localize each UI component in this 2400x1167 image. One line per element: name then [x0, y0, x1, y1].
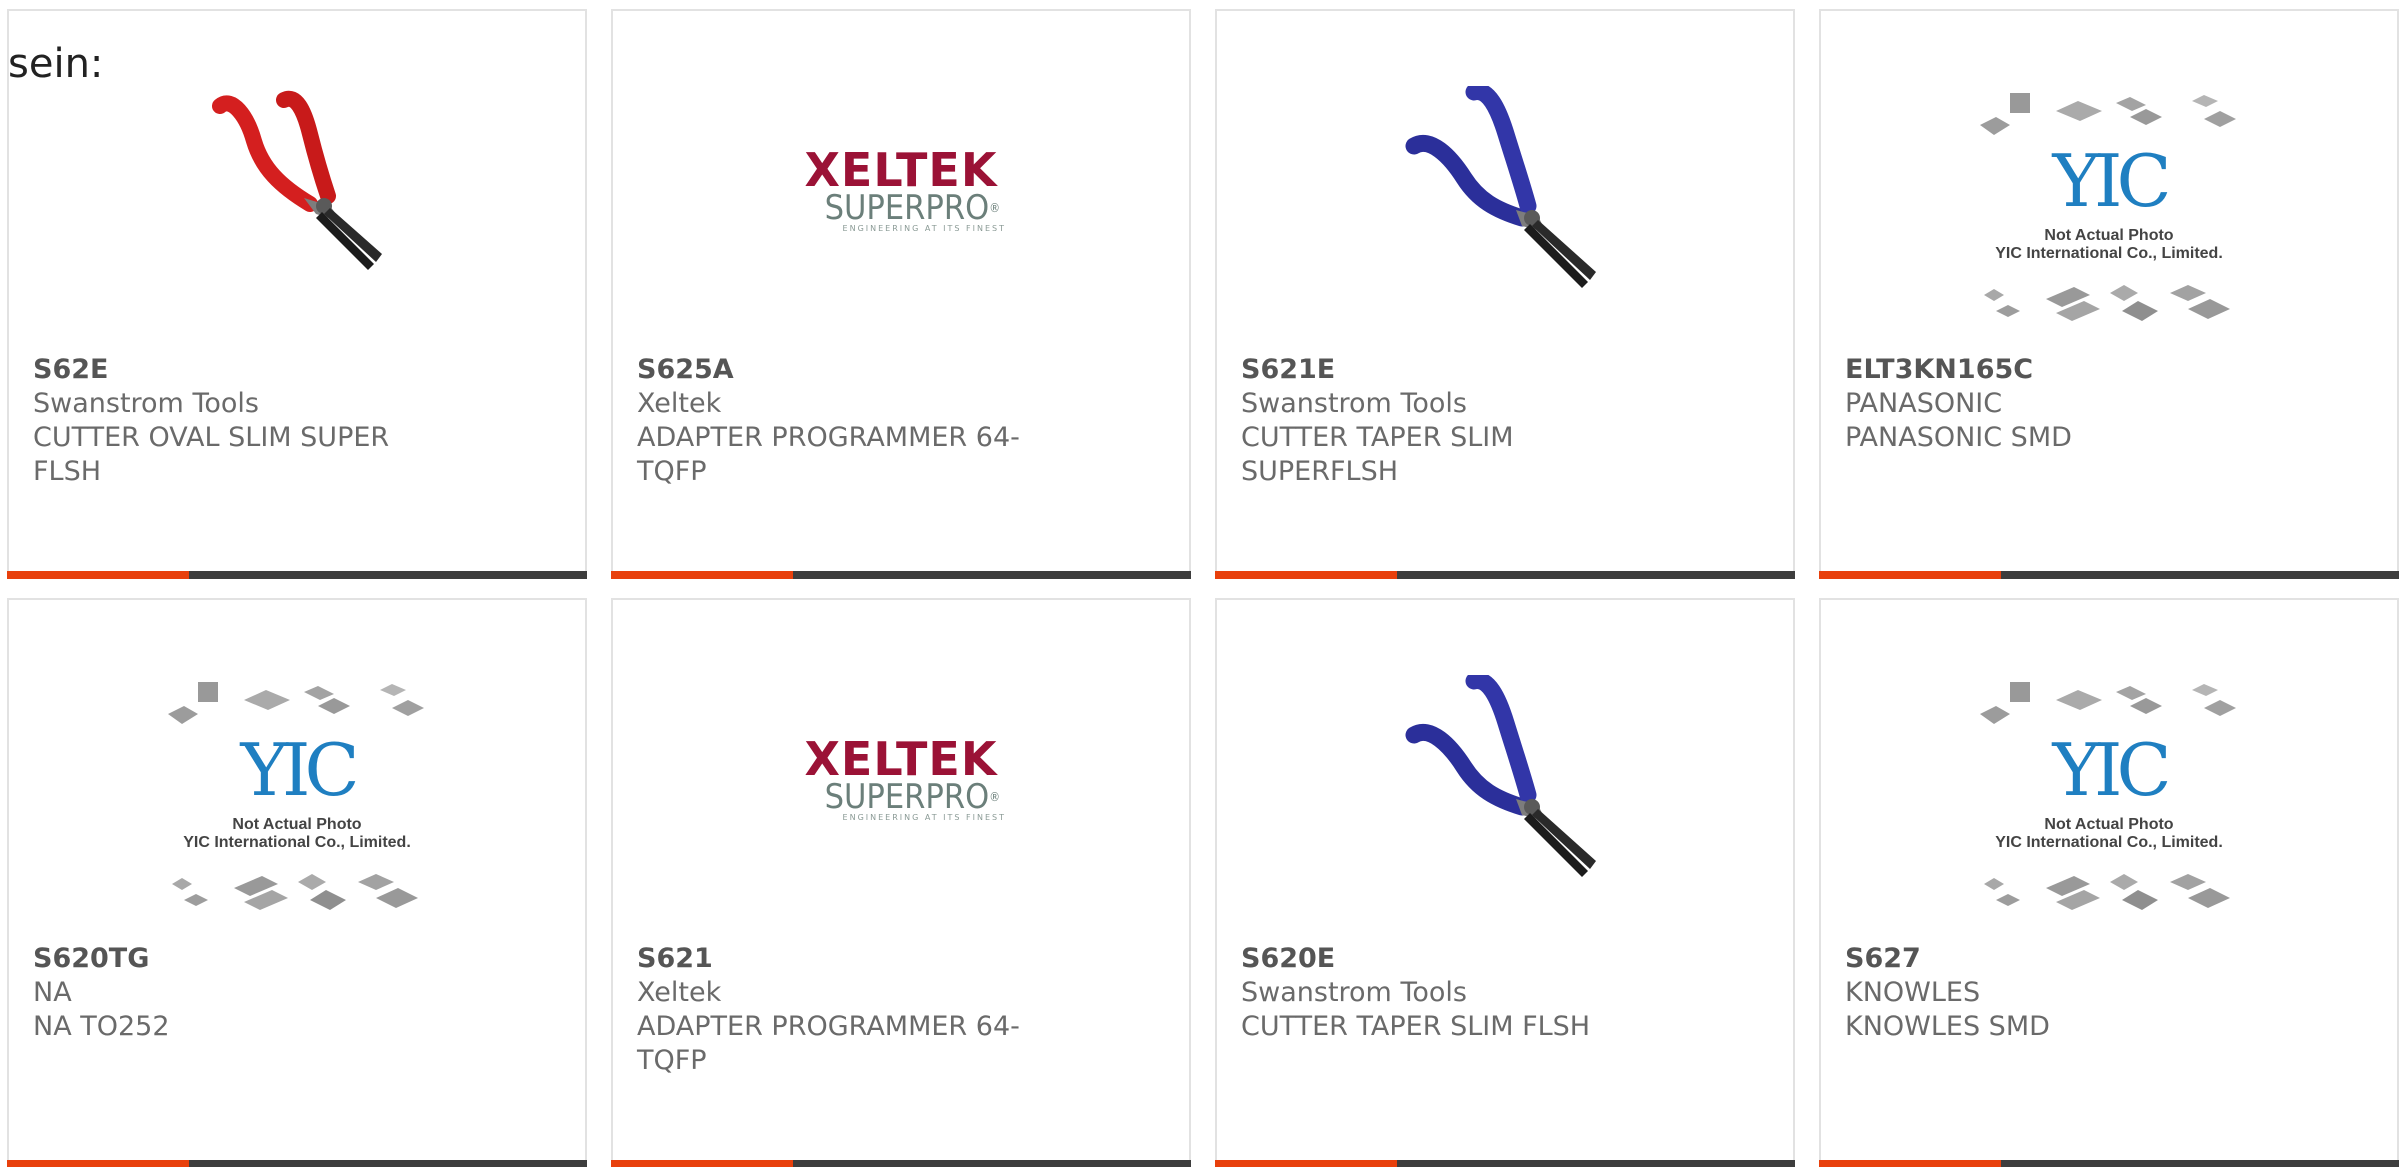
placeholder-caption: Not Actual Photo YIC International Co., …: [183, 816, 411, 851]
product-card[interactable]: XELTEK SUPERPRO® ENGINEERING AT ITS FINE…: [611, 598, 1191, 1167]
product-card[interactable]: S620E Swanstrom Tools CUTTER TAPER SLIM …: [1215, 598, 1795, 1167]
card-bottom-bar: [1819, 571, 2399, 579]
product-image: YIC Not Actual Photo YIC International C…: [1821, 682, 2397, 910]
part-number[interactable]: S621: [637, 942, 1137, 976]
card-accent-bar: [611, 1160, 793, 1167]
product-info: ELT3KN165C PANASONIC PANASONIC SMD: [1845, 353, 2345, 455]
red-cutter-icon: [212, 90, 382, 270]
card-bottom-bar: [1215, 571, 1795, 579]
chip-icon: [1984, 285, 2230, 321]
yic-logo: YIC: [2052, 728, 2171, 812]
card-bottom-bar: [7, 1160, 587, 1167]
description: ADAPTER PROGRAMMER 64-TQFP: [637, 1011, 1020, 1076]
part-number[interactable]: S62E: [33, 353, 533, 387]
chip-icon: [1980, 682, 2236, 724]
card-accent-bar: [7, 571, 189, 579]
yic-placeholder: YIC Not Actual Photo YIC International C…: [1974, 678, 2244, 918]
product-info: S625A Xeltek ADAPTER PROGRAMMER 64-TQFP: [637, 353, 1137, 489]
yic-placeholder: YIC Not Actual Photo YIC International C…: [162, 678, 432, 918]
manufacturer: Xeltek: [637, 388, 722, 419]
product-info: S620TG NA NA TO252: [33, 942, 533, 1044]
description: CUTTER TAPER SLIM SUPERFLSH: [1241, 422, 1514, 487]
description: KNOWLES SMD: [1845, 1011, 2050, 1042]
part-number[interactable]: S625A: [637, 353, 1137, 387]
product-card[interactable]: YIC Not Actual Photo YIC International C…: [7, 598, 587, 1167]
product-card[interactable]: S62E Swanstrom Tools CUTTER OVAL SLIM SU…: [7, 9, 587, 579]
product-info: S621 Xeltek ADAPTER PROGRAMMER 64-TQFP: [637, 942, 1137, 1078]
description: ADAPTER PROGRAMMER 64-TQFP: [637, 422, 1020, 487]
chip-icon: [172, 874, 418, 910]
part-number[interactable]: ELT3KN165C: [1845, 353, 2345, 387]
card-bottom-bar: [7, 571, 587, 579]
placeholder-caption: Not Actual Photo YIC International Co., …: [1995, 816, 2223, 851]
manufacturer: Xeltek: [637, 977, 722, 1008]
manufacturer: Swanstrom Tools: [1241, 977, 1467, 1008]
manufacturer: KNOWLES: [1845, 977, 1981, 1008]
product-info: S62E Swanstrom Tools CUTTER OVAL SLIM SU…: [33, 353, 533, 489]
product-card[interactable]: YIC Not Actual Photo YIC International C…: [1819, 9, 2399, 579]
card-accent-bar: [1819, 1160, 2001, 1167]
placeholder-caption: Not Actual Photo YIC International Co., …: [1995, 227, 2223, 262]
product-info: S627 KNOWLES KNOWLES SMD: [1845, 942, 2345, 1044]
xeltek-logo: XELTEK SUPERPRO® ENGINEERING AT ITS FINE…: [804, 143, 1006, 233]
manufacturer: Swanstrom Tools: [1241, 388, 1467, 419]
product-info: S620E Swanstrom Tools CUTTER TAPER SLIM …: [1241, 942, 1741, 1044]
manufacturer: Swanstrom Tools: [33, 388, 259, 419]
product-image: XELTEK SUPERPRO® ENGINEERING AT ITS FINE…: [613, 670, 1189, 890]
card-accent-bar: [1215, 571, 1397, 579]
card-bottom-bar: [1215, 1160, 1795, 1167]
xeltek-logo: XELTEK SUPERPRO® ENGINEERING AT ITS FINE…: [804, 732, 1006, 822]
product-image: [1217, 81, 1793, 301]
card-bottom-bar: [1819, 1160, 2399, 1167]
description: CUTTER TAPER SLIM FLSH: [1241, 1011, 1591, 1042]
card-bottom-bar: [611, 571, 1191, 579]
chip-icon: [1980, 93, 2236, 135]
blue-cutter-icon: [1405, 86, 1596, 288]
part-number[interactable]: S627: [1845, 942, 2345, 976]
description: PANASONIC SMD: [1845, 422, 2072, 453]
manufacturer: NA: [33, 977, 72, 1008]
card-bottom-bar: [611, 1160, 1191, 1167]
card-accent-bar: [611, 571, 793, 579]
part-number[interactable]: S620TG: [33, 942, 533, 976]
product-image: XELTEK SUPERPRO® ENGINEERING AT ITS FINE…: [613, 81, 1189, 301]
product-image: [9, 81, 585, 301]
product-card[interactable]: XELTEK SUPERPRO® ENGINEERING AT ITS FINE…: [611, 9, 1191, 579]
chip-icon: [168, 682, 424, 724]
card-accent-bar: [1215, 1160, 1397, 1167]
card-accent-bar: [7, 1160, 189, 1167]
yic-logo: YIC: [2052, 139, 2171, 223]
product-image: YIC Not Actual Photo YIC International C…: [9, 682, 585, 910]
chip-icon: [1984, 874, 2230, 910]
manufacturer: PANASONIC: [1845, 388, 2003, 419]
lead-text: sein:: [8, 41, 104, 87]
product-image: [1217, 670, 1793, 890]
product-image: YIC Not Actual Photo YIC International C…: [1821, 93, 2397, 321]
description: CUTTER OVAL SLIM SUPER FLSH: [33, 422, 390, 487]
blue-cutter-icon: [1405, 675, 1596, 877]
product-grid-page: sein: S62E Swanstrom Tools CUTTER OVAL S…: [0, 0, 2400, 1167]
product-info: S621E Swanstrom Tools CUTTER TAPER SLIM …: [1241, 353, 1741, 489]
yic-placeholder: YIC Not Actual Photo YIC International C…: [1974, 89, 2244, 329]
part-number[interactable]: S621E: [1241, 353, 1741, 387]
product-card[interactable]: YIC Not Actual Photo YIC International C…: [1819, 598, 2399, 1167]
description: NA TO252: [33, 1011, 170, 1042]
yic-logo: YIC: [240, 728, 359, 812]
card-accent-bar: [1819, 571, 2001, 579]
part-number[interactable]: S620E: [1241, 942, 1741, 976]
product-card[interactable]: S621E Swanstrom Tools CUTTER TAPER SLIM …: [1215, 9, 1795, 579]
